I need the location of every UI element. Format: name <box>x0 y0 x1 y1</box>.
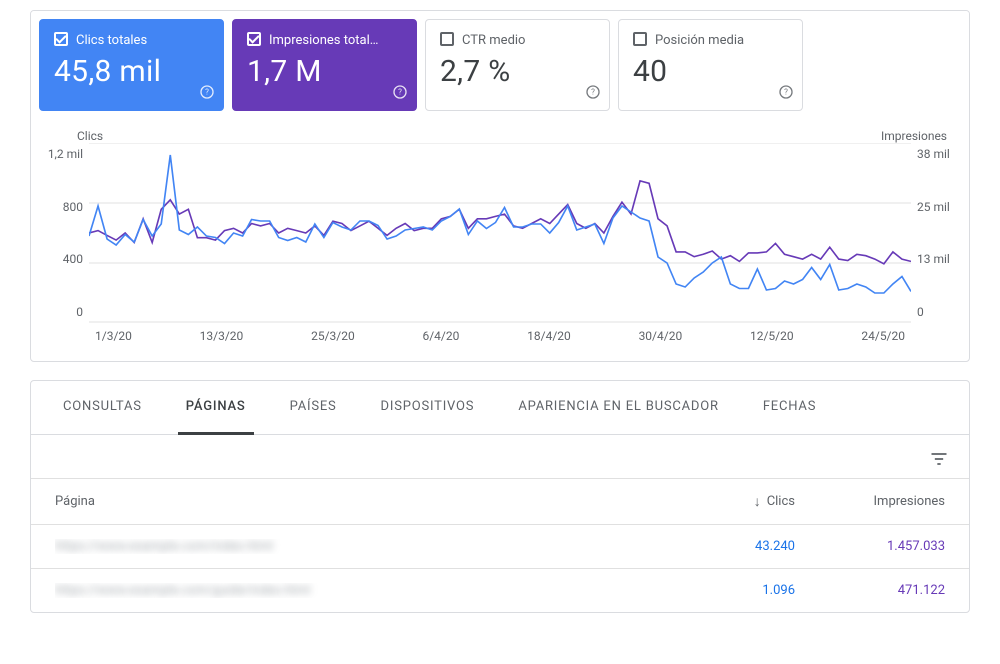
checkbox-icon <box>247 32 261 46</box>
table-row[interactable]: https://www.example.com/index.html43.240… <box>31 524 969 568</box>
metric-card-value: 2,7 % <box>440 54 595 89</box>
chart-grid <box>89 143 911 322</box>
col-header-impr[interactable]: Impresiones <box>795 494 945 509</box>
chart-area: Clics Impresiones 1,2 mil8004000 38 mil2… <box>31 119 969 361</box>
metric-card-2[interactable]: CTR medio 2,7 %? <box>425 19 610 111</box>
x-axis: 1/3/2013/3/2025/3/206/4/2018/4/2030/4/20… <box>47 323 953 343</box>
chart-plot[interactable] <box>89 143 911 323</box>
metric-card-3[interactable]: Posición media 40? <box>618 19 803 111</box>
col-header-clics[interactable]: ↓ Clics <box>645 493 795 510</box>
svg-text:?: ? <box>398 88 402 97</box>
metric-card-label: CTR medio <box>440 32 595 48</box>
metric-card-1[interactable]: Impresiones total… 1,7 M? <box>232 19 417 111</box>
cell-clics: 1.096 <box>645 583 795 598</box>
tab-páginas[interactable]: PÁGINAS <box>178 381 254 435</box>
help-icon[interactable]: ? <box>199 84 215 104</box>
details-panel: CONSULTAS PÁGINAS PAÍSES DISPOSITIVOS APARIE… <box>30 380 970 613</box>
cell-impr: 1.457.033 <box>795 539 945 554</box>
help-icon[interactable]: ? <box>778 84 794 104</box>
checkbox-icon <box>440 32 454 46</box>
svg-text:?: ? <box>205 88 209 97</box>
svg-text:?: ? <box>784 88 788 97</box>
metric-card-0[interactable]: Clics totales 45,8 mil? <box>39 19 224 111</box>
metric-card-label: Impresiones total… <box>247 32 402 48</box>
sort-desc-icon: ↓ <box>754 493 761 510</box>
performance-panel: Clics totales45,8 mil?Impresiones total…… <box>30 10 970 362</box>
pages-table: Página ↓ Clics Impresiones https://www.e… <box>31 478 969 612</box>
chart-right-title: Impresiones <box>881 129 947 143</box>
metric-cards: Clics totales45,8 mil?Impresiones total…… <box>31 11 969 119</box>
metric-card-label: Posición media <box>633 32 788 48</box>
series-impresiones <box>89 181 911 264</box>
tab-países[interactable]: PAÍSES <box>282 381 345 434</box>
table-header: Página ↓ Clics Impresiones <box>31 478 969 524</box>
chart-left-title: Clics <box>77 129 103 143</box>
tab-dispositivos[interactable]: DISPOSITIVOS <box>373 381 483 434</box>
metric-card-label: Clics totales <box>54 32 209 48</box>
checkbox-icon <box>633 32 647 46</box>
checkbox-icon <box>54 32 68 46</box>
filter-icon[interactable] <box>929 449 949 474</box>
tabs: CONSULTAS PÁGINAS PAÍSES DISPOSITIVOS APARIE… <box>31 381 969 435</box>
help-icon[interactable]: ? <box>392 84 408 104</box>
cell-clics: 43.240 <box>645 539 795 554</box>
metric-card-value: 40 <box>633 54 788 89</box>
tab-fechas[interactable]: FECHAS <box>755 381 824 434</box>
tab-apariencia-en-el-buscador[interactable]: APARIENCIA EN EL BUSCADOR <box>510 381 727 434</box>
cell-impr: 471.122 <box>795 583 945 598</box>
svg-text:?: ? <box>591 88 595 97</box>
cell-page: https://www.example.com/index.html <box>55 539 645 554</box>
cell-page: https://www.example.com/guide/index.html <box>55 583 645 598</box>
y-axis-right: 38 mil25 mil13 mil0 <box>911 143 953 323</box>
y-axis-left: 1,2 mil8004000 <box>47 143 89 323</box>
metric-card-value: 45,8 mil <box>54 54 209 89</box>
metric-card-value: 1,7 M <box>247 54 402 89</box>
table-row[interactable]: https://www.example.com/guide/index.html… <box>31 568 969 612</box>
col-header-page[interactable]: Página <box>55 494 645 509</box>
series-clics <box>89 155 911 293</box>
help-icon[interactable]: ? <box>585 84 601 104</box>
tab-consultas[interactable]: CONSULTAS <box>55 381 150 434</box>
